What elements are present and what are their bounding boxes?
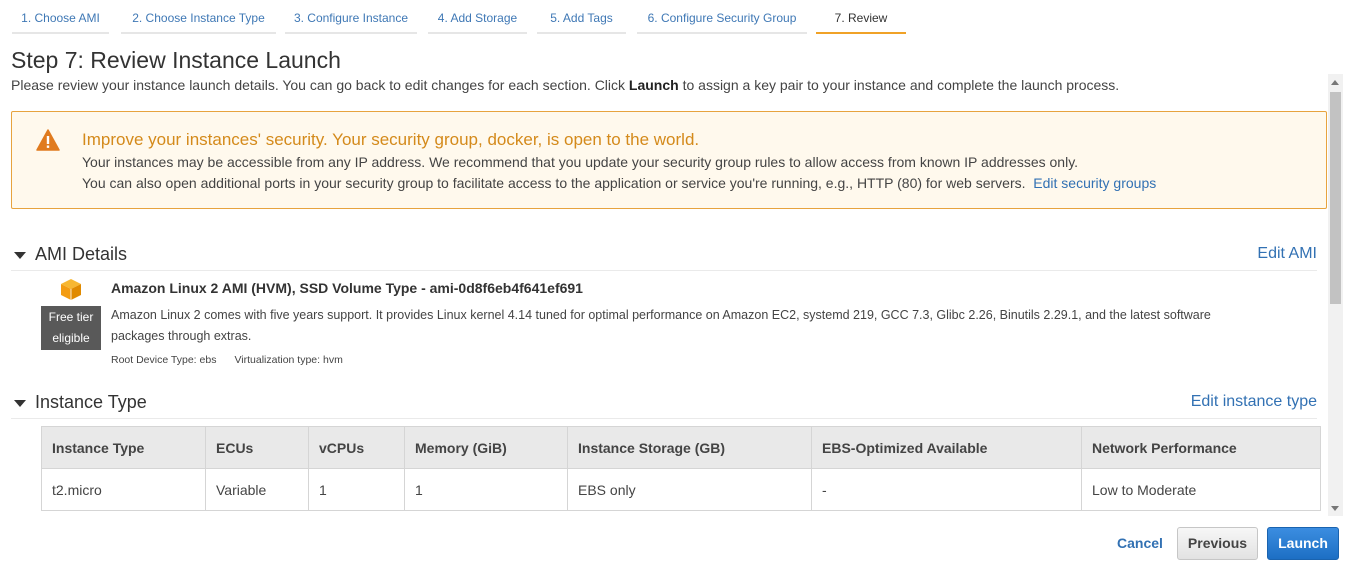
security-warning: Improve your instances' security. Your s… [11,111,1327,209]
warning-message-text: You can also open additional ports in yo… [82,175,1026,191]
instance-type-table: Instance Type ECUs vCPUs Memory (GiB) In… [41,426,1321,511]
column-header: Memory (GiB) [404,426,568,469]
table-cell: - [811,468,1082,511]
column-header: Instance Storage (GB) [567,426,812,469]
warning-triangle-icon [36,129,60,151]
table-cell: 1 [308,468,405,511]
intro-text-part: Please review your instance launch detai… [11,77,629,93]
intro-launch-bold: Launch [628,77,679,93]
edit-ami-link[interactable]: Edit AMI [1257,245,1317,263]
previous-button[interactable]: Previous [1177,527,1258,560]
step-choose-ami[interactable]: 1. Choose AMI [12,4,109,34]
ami-description: Amazon Linux 2 comes with five years sup… [111,308,1211,343]
scroll-thumb[interactable] [1330,92,1341,304]
ami-cube-icon [61,279,81,300]
collapse-caret-icon[interactable] [14,400,26,407]
table-cell: Low to Moderate [1081,468,1321,511]
table-cell: EBS only [567,468,812,511]
column-header: Network Performance [1081,426,1321,469]
free-tier-label: eligible [52,331,90,345]
warning-title: Improve your instances' security. Your s… [82,130,700,149]
free-tier-label: Free tier [48,310,94,324]
launch-button[interactable]: Launch [1267,527,1339,560]
scroll-up-icon[interactable] [1331,80,1339,85]
step-add-storage[interactable]: 4. Add Storage [428,4,527,34]
page-title: Step 7: Review Instance Launch [11,47,341,73]
section-title: Instance Type [35,392,147,412]
vertical-scrollbar[interactable] [1328,74,1343,516]
instance-type-header[interactable]: Instance Type Edit instance type [11,391,1317,419]
scroll-down-icon[interactable] [1331,506,1339,511]
collapse-caret-icon[interactable] [14,252,26,259]
table-cell: t2.micro [41,468,206,511]
intro-text-part: to assign a key pair to your instance an… [678,77,1120,93]
step-configure-instance[interactable]: 3. Configure Instance [285,4,417,34]
section-title: AMI Details [35,244,128,264]
column-header: vCPUs [308,426,405,469]
table-cell: Variable [205,468,309,511]
column-header: EBS-Optimized Available [811,426,1082,469]
virtualization-type: Virtualization type: hvm [234,354,343,366]
ami-meta: Root Device Type: ebs Virtualization type… [111,354,343,366]
footer-actions: Cancel Previous Launch [0,516,1351,570]
edit-instance-type-link[interactable]: Edit instance type [1191,393,1317,411]
step-configure-security-group[interactable]: 6. Configure Security Group [637,4,807,34]
table-header-row: Instance Type ECUs vCPUs Memory (GiB) In… [41,426,1321,469]
ami-details-header[interactable]: AMI Details Edit AMI [11,243,1317,271]
wizard-steps: 1. Choose AMI 2. Choose Instance Type 3.… [0,0,1351,36]
step-add-tags[interactable]: 5. Add Tags [537,4,626,34]
edit-security-groups-link[interactable]: Edit security groups [1033,175,1156,191]
cancel-button[interactable]: Cancel [1110,528,1170,558]
warning-message: Your instances may be accessible from an… [82,154,1079,170]
column-header: ECUs [205,426,309,469]
table-row: t2.micro Variable 1 1 EBS only - Low to … [41,468,1321,511]
warning-message: You can also open additional ports in yo… [82,175,1156,191]
review-content: Step 7: Review Instance Launch Please re… [0,36,1328,516]
column-header: Instance Type [41,426,206,469]
step-review[interactable]: 7. Review [816,4,906,34]
intro-text: Please review your instance launch detai… [11,77,1119,93]
ami-name: Amazon Linux 2 AMI (HVM), SSD Volume Typ… [111,280,583,296]
free-tier-badge: Free tier eligible [41,306,101,350]
table-cell: 1 [404,468,568,511]
step-choose-instance-type[interactable]: 2. Choose Instance Type [121,4,276,34]
root-device-type: Root Device Type: ebs [111,354,217,366]
